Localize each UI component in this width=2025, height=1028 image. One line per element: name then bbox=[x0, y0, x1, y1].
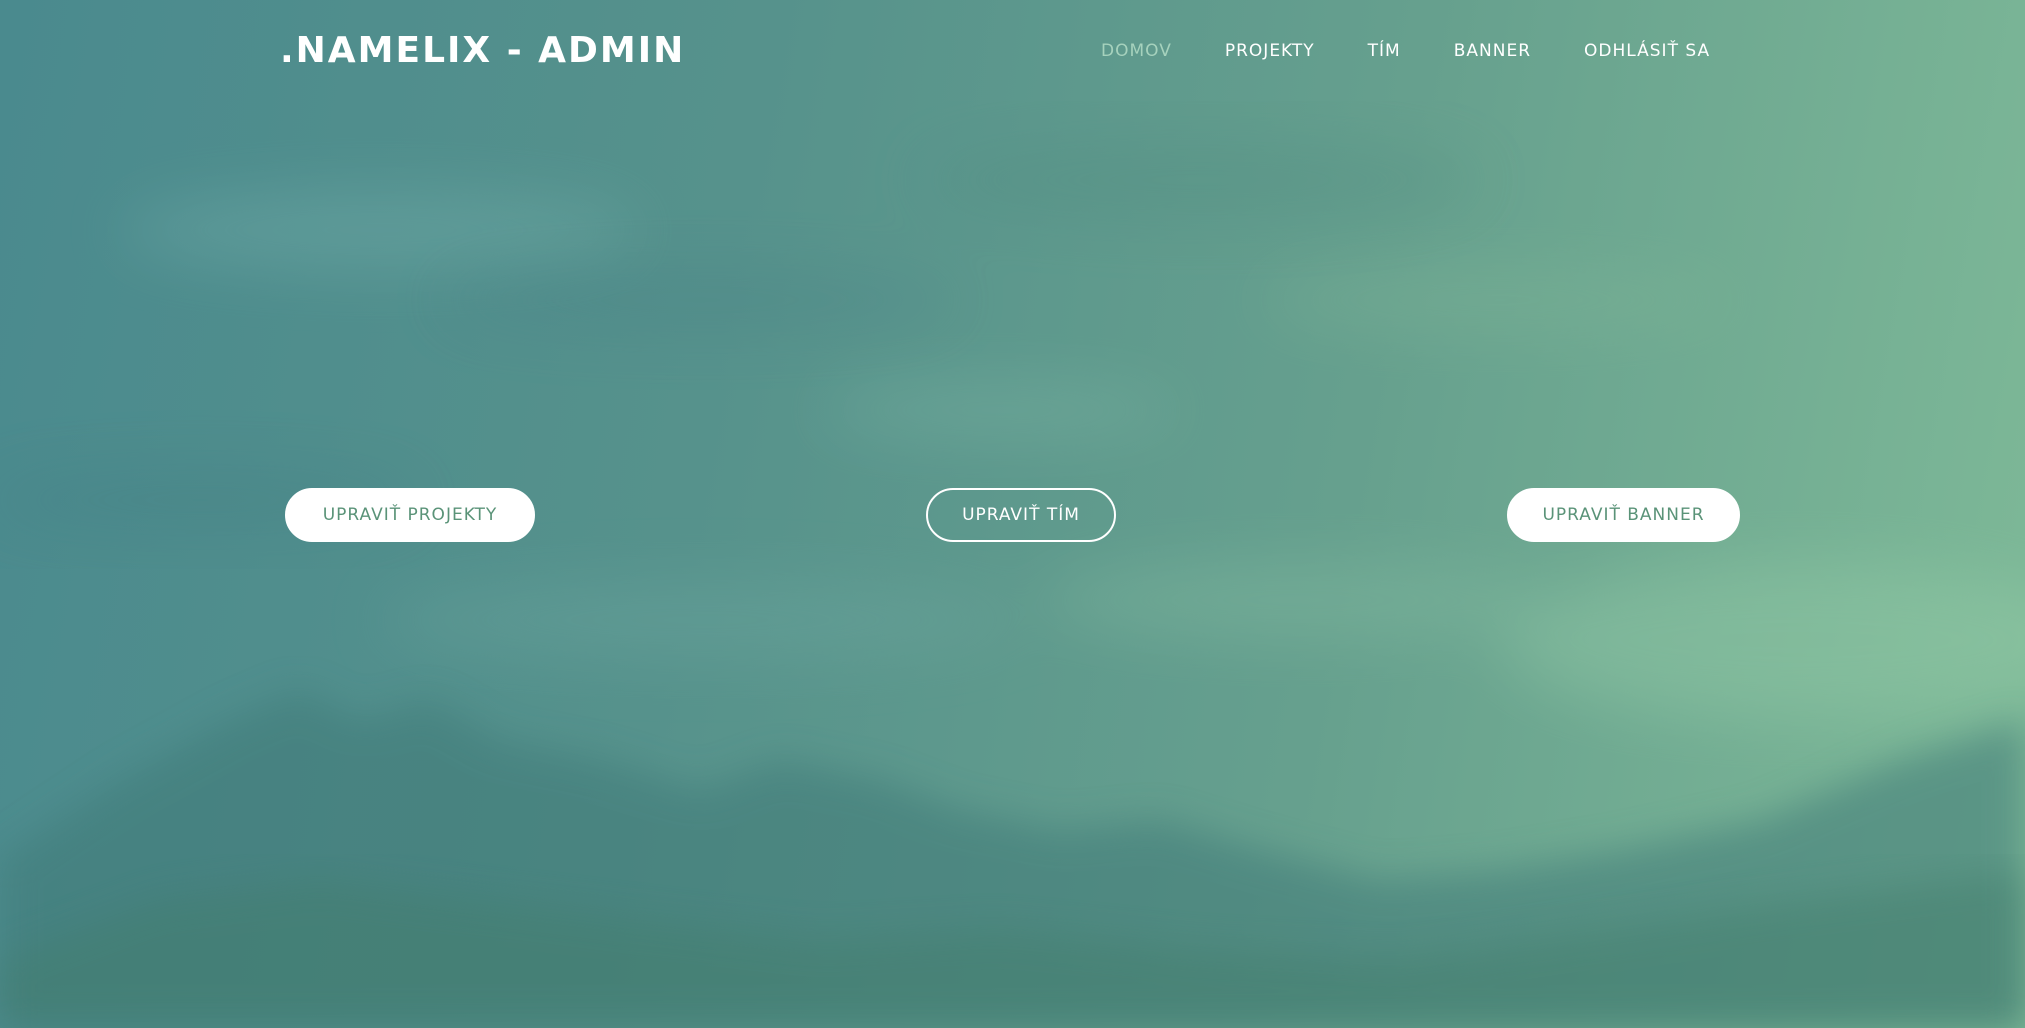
nav-item-banner: BANNER bbox=[1454, 41, 1531, 61]
nav-menu: DOMOV PROJEKTY TÍM BANNER ODHLÁSIŤ SA bbox=[1101, 41, 1710, 61]
nav-item-domov: DOMOV bbox=[1101, 41, 1172, 61]
top-navbar: .NAMELIX - ADMIN DOMOV PROJEKTY TÍM BANN… bbox=[0, 0, 2025, 104]
nav-link-banner[interactable]: BANNER bbox=[1454, 41, 1531, 61]
nav-link-projekty[interactable]: PROJEKTY bbox=[1225, 41, 1315, 61]
edit-projects-button[interactable]: UPRAVIŤ PROJEKTY bbox=[285, 488, 535, 542]
nav-item-logout: ODHLÁSIŤ SA bbox=[1584, 41, 1710, 61]
brand-logo[interactable]: .NAMELIX - ADMIN bbox=[280, 30, 685, 71]
nav-item-tim: TÍM bbox=[1368, 41, 1401, 61]
nav-link-tim[interactable]: TÍM bbox=[1368, 41, 1401, 61]
nav-link-logout[interactable]: ODHLÁSIŤ SA bbox=[1584, 41, 1710, 61]
edit-team-button[interactable]: UPRAVIŤ TÍM bbox=[926, 488, 1116, 542]
nav-link-domov[interactable]: DOMOV bbox=[1101, 41, 1172, 61]
nav-item-projekty: PROJEKTY bbox=[1225, 41, 1315, 61]
edit-banner-button[interactable]: UPRAVIŤ BANNER bbox=[1507, 488, 1740, 542]
